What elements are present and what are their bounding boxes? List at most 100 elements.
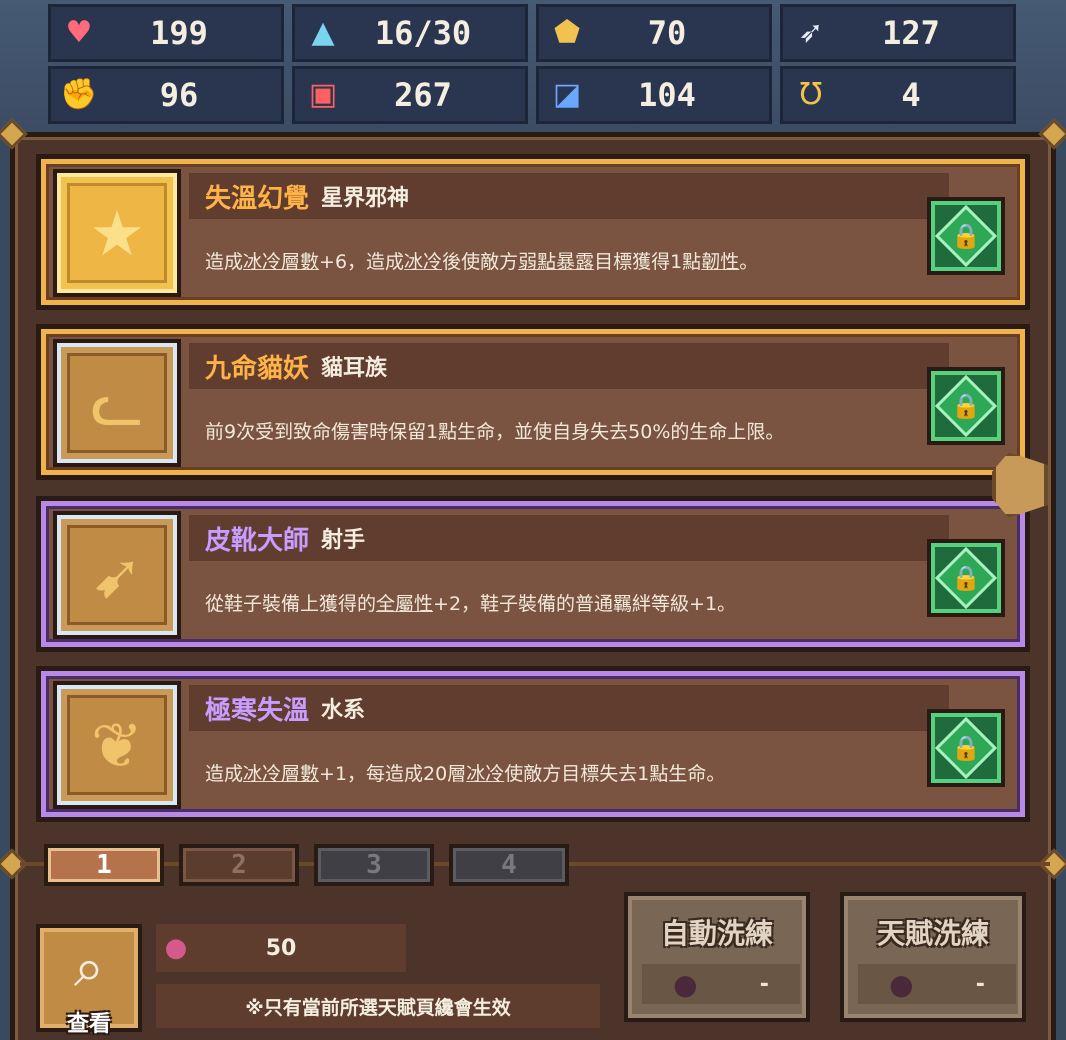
shield-icon: ⬟	[553, 15, 581, 50]
berry-icon: ●	[164, 933, 188, 963]
lock-badge: 🔒	[934, 374, 998, 438]
description-text: 前9次受到致命傷害時保留1點生命，並使自身失去50%的生命上限。	[205, 421, 785, 443]
talent-reroll-button[interactable]: 天賦洗練 ● -	[840, 892, 1026, 1022]
lock-button[interactable]: 🔒	[927, 539, 1005, 617]
talent-reroll-label: 天賦洗練	[876, 917, 989, 950]
tab-page-3[interactable]: 3	[314, 844, 434, 886]
boot-icon: ◪	[552, 77, 582, 112]
talent-name: 極寒失溫	[205, 695, 310, 726]
auto-reroll-cost: ● -	[642, 964, 800, 1004]
talent-card[interactable]: ❦ 極寒失溫 水系造成冰冷層數+1，每造成20層冰冷使敵方目標失去1點生命。 🔒	[36, 666, 1030, 822]
currency-display: ● 50	[156, 924, 406, 972]
stat-boot: ◪ 104	[536, 66, 772, 124]
active-page-notice: ※只有當前所選天賦頁纔會生效	[156, 984, 600, 1028]
water-drop-icon: ❦	[91, 708, 143, 782]
bow-icon: ➹	[91, 538, 143, 612]
auto-reroll-button[interactable]: 自動洗練 ● -	[624, 892, 810, 1022]
auto-reroll-label: 自動洗練	[660, 917, 773, 950]
stat-heart: ♥ 199	[48, 4, 284, 62]
keyword-link[interactable]: 冰冷層數	[243, 763, 319, 785]
talent-icon-frame: ➹	[53, 511, 181, 639]
lock-button[interactable]: 🔒	[927, 367, 1005, 445]
auto-reroll-cost-value: -	[759, 971, 769, 997]
padlock-icon: 🔒	[951, 221, 981, 250]
star-icon: ★	[89, 196, 145, 270]
lock-button[interactable]: 🔒	[927, 197, 1005, 275]
stats-bar: ♥ 199 ▲ 16/30 ⬟ 70 ➶ 127 ✊ 96 ▣ 267 ◪ 104 Ʊ 4	[48, 4, 1018, 128]
description-text: 造成	[205, 763, 244, 785]
tab-page-2[interactable]: 2	[179, 844, 299, 886]
talent-title-strip: 皮靴大師 射手	[189, 515, 949, 561]
stat-mana-drop: ▲ 16/30	[292, 4, 528, 62]
description-text: 目標獲得1點	[594, 251, 702, 273]
talent-icon-plate: ➹	[67, 525, 167, 625]
lock-badge: 🔒	[934, 546, 998, 610]
fist-icon: ✊	[60, 77, 98, 112]
stat-value: 16/30	[374, 14, 472, 52]
stat-horseshoe: Ʊ4	[780, 66, 1016, 124]
horseshoe-icon: Ʊ	[799, 77, 823, 112]
talent-icon-plate: ᓚ	[67, 353, 167, 453]
talent-title-strip: 失溫幻覺 星界邪神	[189, 173, 949, 219]
lock-button[interactable]: 🔒	[927, 709, 1005, 787]
berry-icon: ●	[673, 967, 698, 1001]
spellbook-icon: ▣	[308, 77, 338, 112]
talent-name: 失溫幻覺	[205, 183, 310, 214]
stat-wing: ➶ 127	[780, 4, 1016, 62]
description-text: 使敵方目標失去1點生命。	[504, 763, 726, 785]
keyword-link[interactable]: 冰冷層數	[243, 251, 319, 273]
talent-description: 造成冰冷層數+6，造成冰冷後使敵方弱點暴露目標獲得1點韌性。	[205, 247, 925, 277]
tab-page-1[interactable]: 1	[44, 844, 164, 886]
talent-tag: 水系	[321, 698, 366, 723]
talent-name: 皮靴大師	[205, 525, 310, 556]
padlock-icon: 🔒	[951, 733, 981, 762]
berry-icon: ●	[889, 967, 914, 1001]
currency-amount: 50	[265, 935, 297, 961]
description-text: +6，造成	[319, 251, 405, 273]
talent-card[interactable]: ★ 失溫幻覺 星界邪神 造成冰冷層數+6，造成冰冷後使敵方弱點暴露目標獲得1點韌性。 🔒	[36, 154, 1030, 310]
talent-tag: 星界邪神	[321, 186, 410, 211]
talent-tag: 射手	[321, 528, 366, 553]
tab-page-4[interactable]: 4	[449, 844, 569, 886]
talent-icon-frame: ★	[53, 169, 181, 297]
magnifier-icon: ⌕	[73, 936, 105, 999]
mana-drop-icon: ▲	[311, 15, 335, 50]
talent-description: 從鞋子裝備上獲得的全屬性+2，鞋子裝備的普通羈絆等級+1。	[205, 589, 925, 619]
talent-name: 九命貓妖	[205, 353, 310, 384]
description-text: 。	[739, 251, 759, 273]
talent-description: 前9次受到致命傷害時保留1點生命，並使自身失去50%的生命上限。	[205, 417, 925, 447]
description-text: 從鞋子裝備上獲得的	[205, 593, 377, 615]
stat-value: 127	[882, 14, 940, 52]
description-text: +2，鞋子裝備的普通羈絆等級+1。	[433, 593, 737, 615]
keyword-link[interactable]: 冰冷	[466, 763, 504, 785]
talent-tag: 貓耳族	[321, 356, 388, 381]
talent-title-strip: 極寒失溫 水系	[189, 685, 949, 731]
talent-icon-frame: ❦	[53, 681, 181, 809]
stat-value: 199	[150, 14, 208, 52]
description-text: +1，每造成20層	[319, 763, 467, 785]
padlock-icon: 🔒	[951, 563, 981, 592]
stat-shield: ⬟ 70	[536, 4, 772, 62]
talent-card[interactable]: ➹ 皮靴大師 射手從鞋子裝備上獲得的全屬性+2，鞋子裝備的普通羈絆等級+1。 🔒	[36, 496, 1030, 652]
view-button-label: 查看	[66, 1012, 111, 1037]
stat-value: 70	[647, 14, 687, 52]
cat-icon: ᓚ	[90, 366, 144, 440]
keyword-link[interactable]: 弱點暴露	[518, 251, 594, 273]
talent-icon-plate: ❦	[67, 695, 167, 795]
keyword-link[interactable]: 韌性	[701, 251, 739, 273]
keyword-link[interactable]: 冰冷	[404, 251, 442, 273]
stat-value: 104	[638, 76, 696, 114]
talent-reroll-cost-value: -	[975, 971, 985, 997]
talent-description: 造成冰冷層數+1，每造成20層冰冷使敵方目標失去1點生命。	[205, 759, 925, 789]
padlock-icon: 🔒	[951, 391, 981, 420]
stat-fist: ✊ 96	[48, 66, 284, 124]
description-text: 造成	[205, 251, 244, 273]
talent-icon-plate: ★	[67, 183, 167, 283]
keyword-link[interactable]: 全屬性	[376, 593, 433, 615]
stat-value: 96	[159, 76, 199, 114]
talent-reroll-cost: ● -	[858, 964, 1016, 1004]
lock-badge: 🔒	[934, 716, 998, 780]
talent-card[interactable]: ᓚ 九命貓妖 貓耳族前9次受到致命傷害時保留1點生命，並使自身失去50%的生命上限。…	[36, 324, 1030, 480]
stat-value: 267	[394, 76, 452, 114]
heart-icon: ♥	[65, 15, 93, 50]
